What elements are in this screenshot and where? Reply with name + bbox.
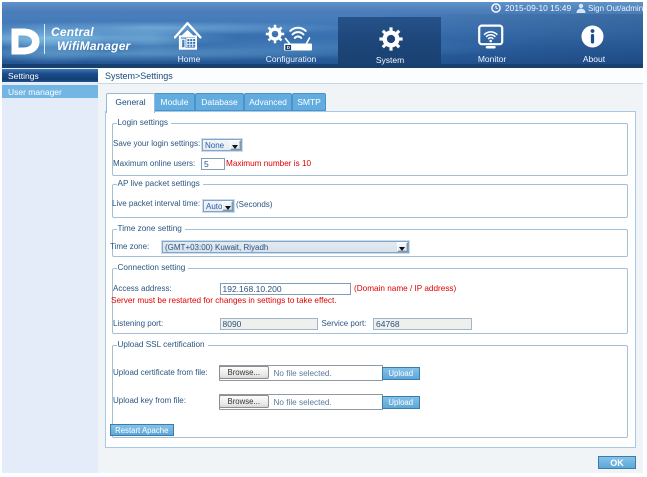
- svg-text:D: D: [287, 45, 290, 50]
